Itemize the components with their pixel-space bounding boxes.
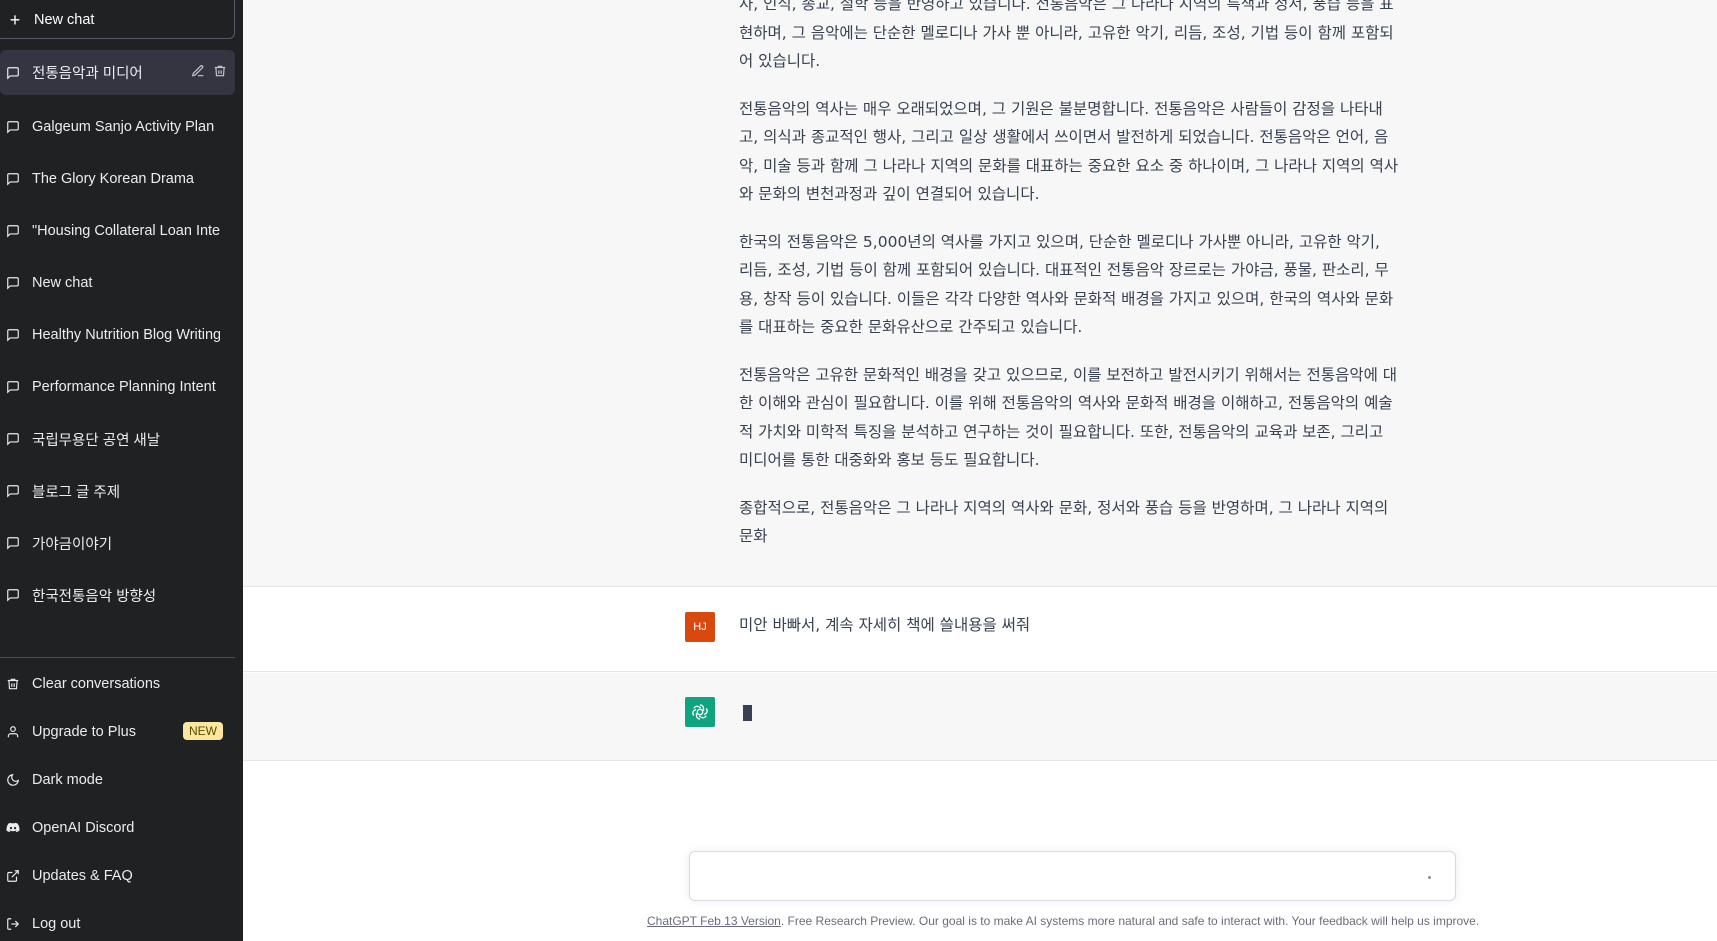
- conversation-label: 가야금이야기: [32, 536, 113, 553]
- chat-bubble-icon: [7, 225, 19, 238]
- conversation-item[interactable]: Performance Planning Intent: [0, 361, 235, 413]
- send-icon[interactable]: [1428, 876, 1431, 879]
- conversation-item[interactable]: New chat: [0, 257, 235, 309]
- chat-bubble-icon: [7, 66, 19, 80]
- new-badge: NEW: [183, 722, 223, 740]
- conversation-label: 국립무용단 공연 새날: [32, 432, 161, 449]
- discord-label: OpenAI Discord: [32, 820, 135, 836]
- upgrade-to-plus-button[interactable]: Upgrade to Plus NEW: [0, 708, 243, 756]
- chat-bubble-icon: [7, 121, 19, 134]
- conversation-item[interactable]: 블로그 글 주제: [0, 465, 235, 517]
- new-chat-label: New chat: [34, 11, 95, 28]
- footer-disclaimer: ChatGPT Feb 13 Version. Free Research Pr…: [647, 914, 1479, 928]
- plus-icon: +: [9, 9, 21, 30]
- chat-bubble-icon: [7, 485, 19, 498]
- conversation-item-active[interactable]: 전통음악과 미디어: [0, 50, 235, 95]
- user-icon: [7, 726, 19, 738]
- chat-bubble-icon: [7, 173, 19, 186]
- upgrade-label: Upgrade to Plus: [32, 724, 136, 740]
- chat-bubble-icon: [7, 589, 19, 602]
- assistant-message-text: 사, 인식, 종교, 철학 등을 반영하고 있습니다. 전통음악은 그 나라나 …: [739, 0, 1399, 570]
- chat-bubble-icon: [7, 381, 19, 394]
- moon-icon: [7, 774, 19, 786]
- sidebar-bottom-menu: Clear conversations Upgrade to Plus NEW …: [0, 660, 243, 941]
- assistant-paragraph: 사, 인식, 종교, 철학 등을 반영하고 있습니다. 전통음악은 그 나라나 …: [739, 0, 1394, 70]
- assistant-paragraph: 한국의 전통음악은 5,000년의 역사를 가지고 있으며, 단순한 멜로디나 …: [739, 232, 1394, 337]
- chat-bubble-icon: [7, 433, 19, 446]
- message-input-box[interactable]: [689, 851, 1456, 901]
- external-link-icon: [7, 870, 19, 882]
- chatgpt-logo-icon: [685, 697, 715, 727]
- chat-main: 사, 인식, 종교, 철학 등을 반영하고 있습니다. 전통음악은 그 나라나 …: [243, 0, 1717, 941]
- chat-bubble-icon: [7, 537, 19, 550]
- conversation-list: 전통음악과 미디어 Galgeum Sanjo Activity Plan Th…: [0, 50, 243, 621]
- conversation-label: 블로그 글 주제: [32, 484, 121, 501]
- updates-faq-label: Updates & FAQ: [32, 868, 133, 884]
- updates-faq-link[interactable]: Updates & FAQ: [0, 852, 243, 900]
- conversation-item[interactable]: 한국전통음악 방향성: [0, 569, 235, 621]
- user-message-text: 미안 바빠서, 계속 자세히 책에 쓸내용을 써줘: [739, 616, 1031, 634]
- message-input[interactable]: [690, 852, 1390, 900]
- assistant-paragraph: 종합적으로, 전통음악은 그 나라나 지역의 역사와 문화, 정서와 풍습 등을…: [739, 498, 1389, 546]
- conversation-label: New chat: [32, 275, 93, 291]
- version-link[interactable]: ChatGPT Feb 13 Version: [647, 914, 781, 928]
- edit-icon[interactable]: [191, 64, 205, 78]
- user-avatar: HJ: [685, 612, 715, 642]
- log-out-label: Log out: [32, 916, 81, 932]
- conversation-item[interactable]: Galgeum Sanjo Activity Plan: [0, 101, 235, 153]
- clear-conversations-button[interactable]: Clear conversations: [0, 660, 243, 708]
- log-out-button[interactable]: Log out: [0, 900, 243, 941]
- conversation-item[interactable]: "Housing Collateral Loan Interest: [0, 205, 235, 257]
- conversation-item[interactable]: 가야금이야기: [0, 517, 235, 569]
- typing-cursor: [743, 705, 752, 721]
- conversation-item[interactable]: Healthy Nutrition Blog Writing: [0, 309, 235, 361]
- conversation-label: 한국전통음악 방향성: [32, 588, 157, 605]
- trash-icon[interactable]: [213, 64, 227, 78]
- sidebar-divider: [0, 657, 235, 658]
- conversation-label: Performance Planning Intent: [32, 379, 216, 395]
- conversation-label: Galgeum Sanjo Activity Plan: [32, 119, 215, 135]
- assistant-message: 사, 인식, 종교, 철학 등을 반영하고 있습니다. 전통음악은 그 나라나 …: [243, 0, 1717, 587]
- log-out-icon: [7, 918, 20, 930]
- chat-bubble-icon: [7, 329, 19, 342]
- dark-mode-button[interactable]: Dark mode: [0, 756, 243, 804]
- assistant-paragraph: 전통음악은 고유한 문화적인 배경을 갖고 있으므로, 이를 보전하고 발전시키…: [739, 365, 1398, 470]
- user-message: HJ 미안 바빠서, 계속 자세히 책에 쓸내용을 써줘: [243, 588, 1717, 672]
- conversation-label: "Housing Collateral Loan Interest: [32, 223, 220, 239]
- conversation-item[interactable]: The Glory Korean Drama: [0, 153, 235, 205]
- new-chat-button[interactable]: + New chat: [0, 0, 235, 39]
- conversation-item[interactable]: 국립무용단 공연 새날: [0, 413, 235, 465]
- trash-icon: [7, 678, 19, 690]
- assistant-paragraph: 전통음악의 역사는 매우 오래되었으며, 그 기원은 불분명합니다. 전통음악은…: [739, 99, 1399, 204]
- discord-icon: [6, 822, 20, 833]
- sidebar: + New chat 전통음악과 미디어 Galgeum Sanjo Activ…: [0, 0, 243, 941]
- dark-mode-label: Dark mode: [32, 772, 103, 788]
- assistant-reply-pending: [243, 673, 1717, 761]
- chat-bubble-icon: [7, 277, 19, 290]
- conversation-label: Healthy Nutrition Blog Writing: [32, 327, 220, 343]
- conversation-label: 전통음악과 미디어: [32, 66, 143, 82]
- footer-text: . Free Research Preview. Our goal is to …: [780, 914, 1480, 928]
- conversation-label: The Glory Korean Drama: [32, 171, 194, 187]
- clear-conversations-label: Clear conversations: [32, 676, 161, 692]
- openai-discord-link[interactable]: OpenAI Discord: [0, 804, 243, 852]
